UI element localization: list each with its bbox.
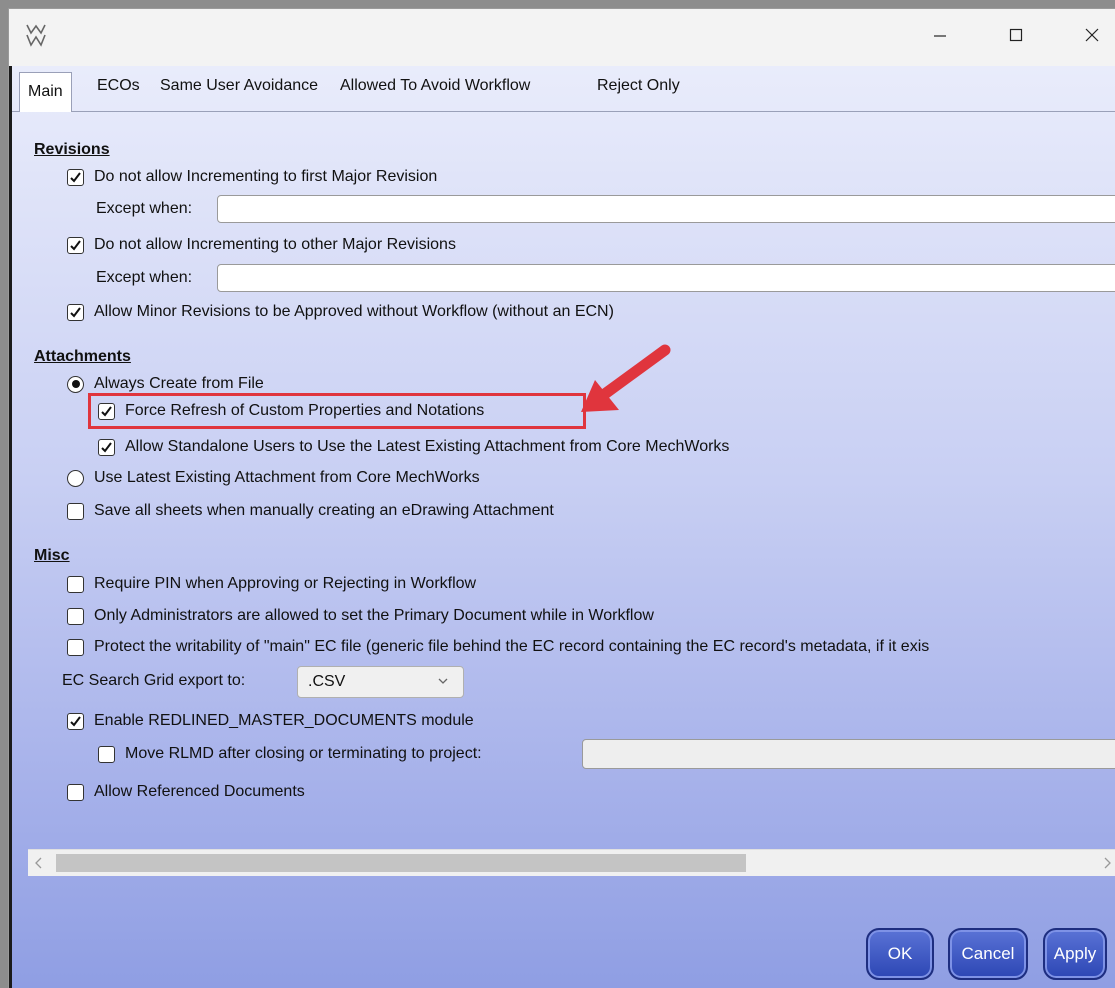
settings-window: Main ECOs Same User Avoidance Allowed To… bbox=[8, 8, 1115, 988]
protect-main-option[interactable]: Protect the writability of "main" EC fil… bbox=[67, 635, 929, 659]
export-format-value: .CSV bbox=[308, 673, 346, 690]
radio-dot-icon bbox=[71, 380, 80, 388]
use-latest-option[interactable]: Use Latest Existing Attachment from Core… bbox=[67, 466, 480, 490]
dialog-content: Main ECOs Same User Avoidance Allowed To… bbox=[9, 66, 1115, 988]
horizontal-scrollbar[interactable] bbox=[28, 849, 1115, 876]
tab-ecos[interactable]: ECOs bbox=[97, 77, 140, 95]
chevron-right-icon[interactable] bbox=[1102, 857, 1112, 869]
minimize-button[interactable] bbox=[911, 9, 969, 61]
close-button[interactable] bbox=[1063, 9, 1115, 61]
checkmark-icon bbox=[70, 306, 81, 318]
require-pin-option[interactable]: Require PIN when Approving or Rejecting … bbox=[67, 572, 476, 596]
always-create-label: Always Create from File bbox=[94, 375, 264, 392]
allow-referenced-label: Allow Referenced Documents bbox=[94, 783, 305, 800]
require-pin-label: Require PIN when Approving or Rejecting … bbox=[94, 575, 477, 592]
maximize-icon bbox=[1009, 28, 1023, 42]
attachments-heading: Attachments bbox=[34, 348, 131, 365]
minimize-icon bbox=[934, 35, 946, 37]
allow-standalone-label: Allow Standalone Users to Use the Latest… bbox=[125, 438, 730, 455]
export-format-select[interactable]: .CSV bbox=[297, 666, 464, 698]
annotation-arrow-icon bbox=[581, 344, 671, 412]
save-sheets-option[interactable]: Save all sheets when manually creating a… bbox=[67, 499, 554, 523]
app-logo-icon bbox=[26, 24, 46, 47]
use-latest-radio[interactable] bbox=[67, 469, 84, 487]
move-rlmd-checkbox[interactable] bbox=[98, 745, 115, 763]
misc-heading: Misc bbox=[34, 547, 70, 564]
first-major-option[interactable]: Do not allow Incrementing to first Major… bbox=[67, 165, 437, 189]
other-major-checkbox[interactable] bbox=[67, 236, 84, 254]
save-sheets-checkbox[interactable] bbox=[67, 502, 84, 520]
require-pin-checkbox[interactable] bbox=[67, 575, 84, 593]
chevron-left-icon[interactable] bbox=[34, 857, 44, 869]
ok-button[interactable]: OK bbox=[866, 928, 934, 980]
maximize-button[interactable] bbox=[987, 9, 1045, 61]
only-admins-option[interactable]: Only Administrators are allowed to set t… bbox=[67, 604, 654, 628]
force-refresh-label: Force Refresh of Custom Properties and N… bbox=[125, 402, 485, 419]
protect-main-label: Protect the writability of "main" EC fil… bbox=[94, 638, 930, 655]
tab-divider bbox=[12, 111, 1115, 112]
revisions-heading: Revisions bbox=[34, 141, 110, 158]
other-major-except-label: Except when: bbox=[96, 269, 193, 286]
apply-button[interactable]: Apply bbox=[1043, 928, 1107, 980]
checkmark-icon bbox=[70, 171, 81, 183]
enable-rlmd-option[interactable]: Enable REDLINED_MASTER_DOCUMENTS module bbox=[67, 709, 474, 733]
checkmark-icon bbox=[101, 405, 112, 417]
allow-standalone-checkbox[interactable] bbox=[98, 438, 115, 456]
only-admins-checkbox[interactable] bbox=[67, 607, 84, 625]
other-major-except-input[interactable] bbox=[217, 264, 1115, 292]
move-rlmd-option[interactable]: Move RLMD after closing or terminating t… bbox=[98, 742, 482, 766]
allow-standalone-option[interactable]: Allow Standalone Users to Use the Latest… bbox=[98, 435, 729, 459]
allow-referenced-checkbox[interactable] bbox=[67, 783, 84, 801]
tab-allowed-to-avoid-workflow[interactable]: Allowed To Avoid Workflow bbox=[340, 77, 530, 95]
first-major-label: Do not allow Incrementing to first Major… bbox=[94, 168, 438, 185]
minor-revisions-checkbox[interactable] bbox=[67, 303, 84, 321]
tab-reject-only[interactable]: Reject Only bbox=[597, 77, 680, 95]
save-sheets-label: Save all sheets when manually creating a… bbox=[94, 502, 554, 519]
protect-main-checkbox[interactable] bbox=[67, 638, 84, 656]
checkmark-icon bbox=[70, 239, 81, 251]
minor-revisions-option[interactable]: Allow Minor Revisions to be Approved wit… bbox=[67, 300, 614, 324]
checkmark-icon bbox=[101, 441, 112, 453]
other-major-label: Do not allow Incrementing to other Major… bbox=[94, 236, 456, 253]
scrollbar-thumb[interactable] bbox=[56, 854, 746, 872]
first-major-checkbox[interactable] bbox=[67, 168, 84, 186]
allow-referenced-option[interactable]: Allow Referenced Documents bbox=[67, 780, 305, 804]
force-refresh-checkbox[interactable] bbox=[98, 402, 115, 420]
close-icon bbox=[1085, 28, 1099, 42]
tab-main[interactable]: Main bbox=[19, 72, 72, 112]
only-admins-label: Only Administrators are allowed to set t… bbox=[94, 607, 654, 624]
move-rlmd-project-input[interactable] bbox=[582, 739, 1115, 769]
minor-revisions-label: Allow Minor Revisions to be Approved wit… bbox=[94, 303, 614, 320]
title-bar bbox=[9, 9, 1115, 66]
tab-strip: Main ECOs Same User Avoidance Allowed To… bbox=[12, 66, 1115, 112]
first-major-except-label: Except when: bbox=[96, 200, 193, 217]
first-major-except-input[interactable] bbox=[217, 195, 1115, 223]
tab-same-user-avoidance[interactable]: Same User Avoidance bbox=[160, 77, 318, 95]
export-label: EC Search Grid export to: bbox=[62, 672, 246, 689]
other-major-option[interactable]: Do not allow Incrementing to other Major… bbox=[67, 233, 456, 257]
move-rlmd-label: Move RLMD after closing or terminating t… bbox=[125, 745, 482, 762]
cancel-button[interactable]: Cancel bbox=[948, 928, 1028, 980]
force-refresh-option[interactable]: Force Refresh of Custom Properties and N… bbox=[98, 399, 484, 423]
enable-rlmd-label: Enable REDLINED_MASTER_DOCUMENTS module bbox=[94, 712, 474, 729]
checkmark-icon bbox=[70, 715, 81, 727]
enable-rlmd-checkbox[interactable] bbox=[67, 712, 84, 730]
always-create-radio[interactable] bbox=[67, 375, 84, 393]
chevron-down-icon bbox=[438, 678, 448, 684]
use-latest-label: Use Latest Existing Attachment from Core… bbox=[94, 469, 480, 486]
